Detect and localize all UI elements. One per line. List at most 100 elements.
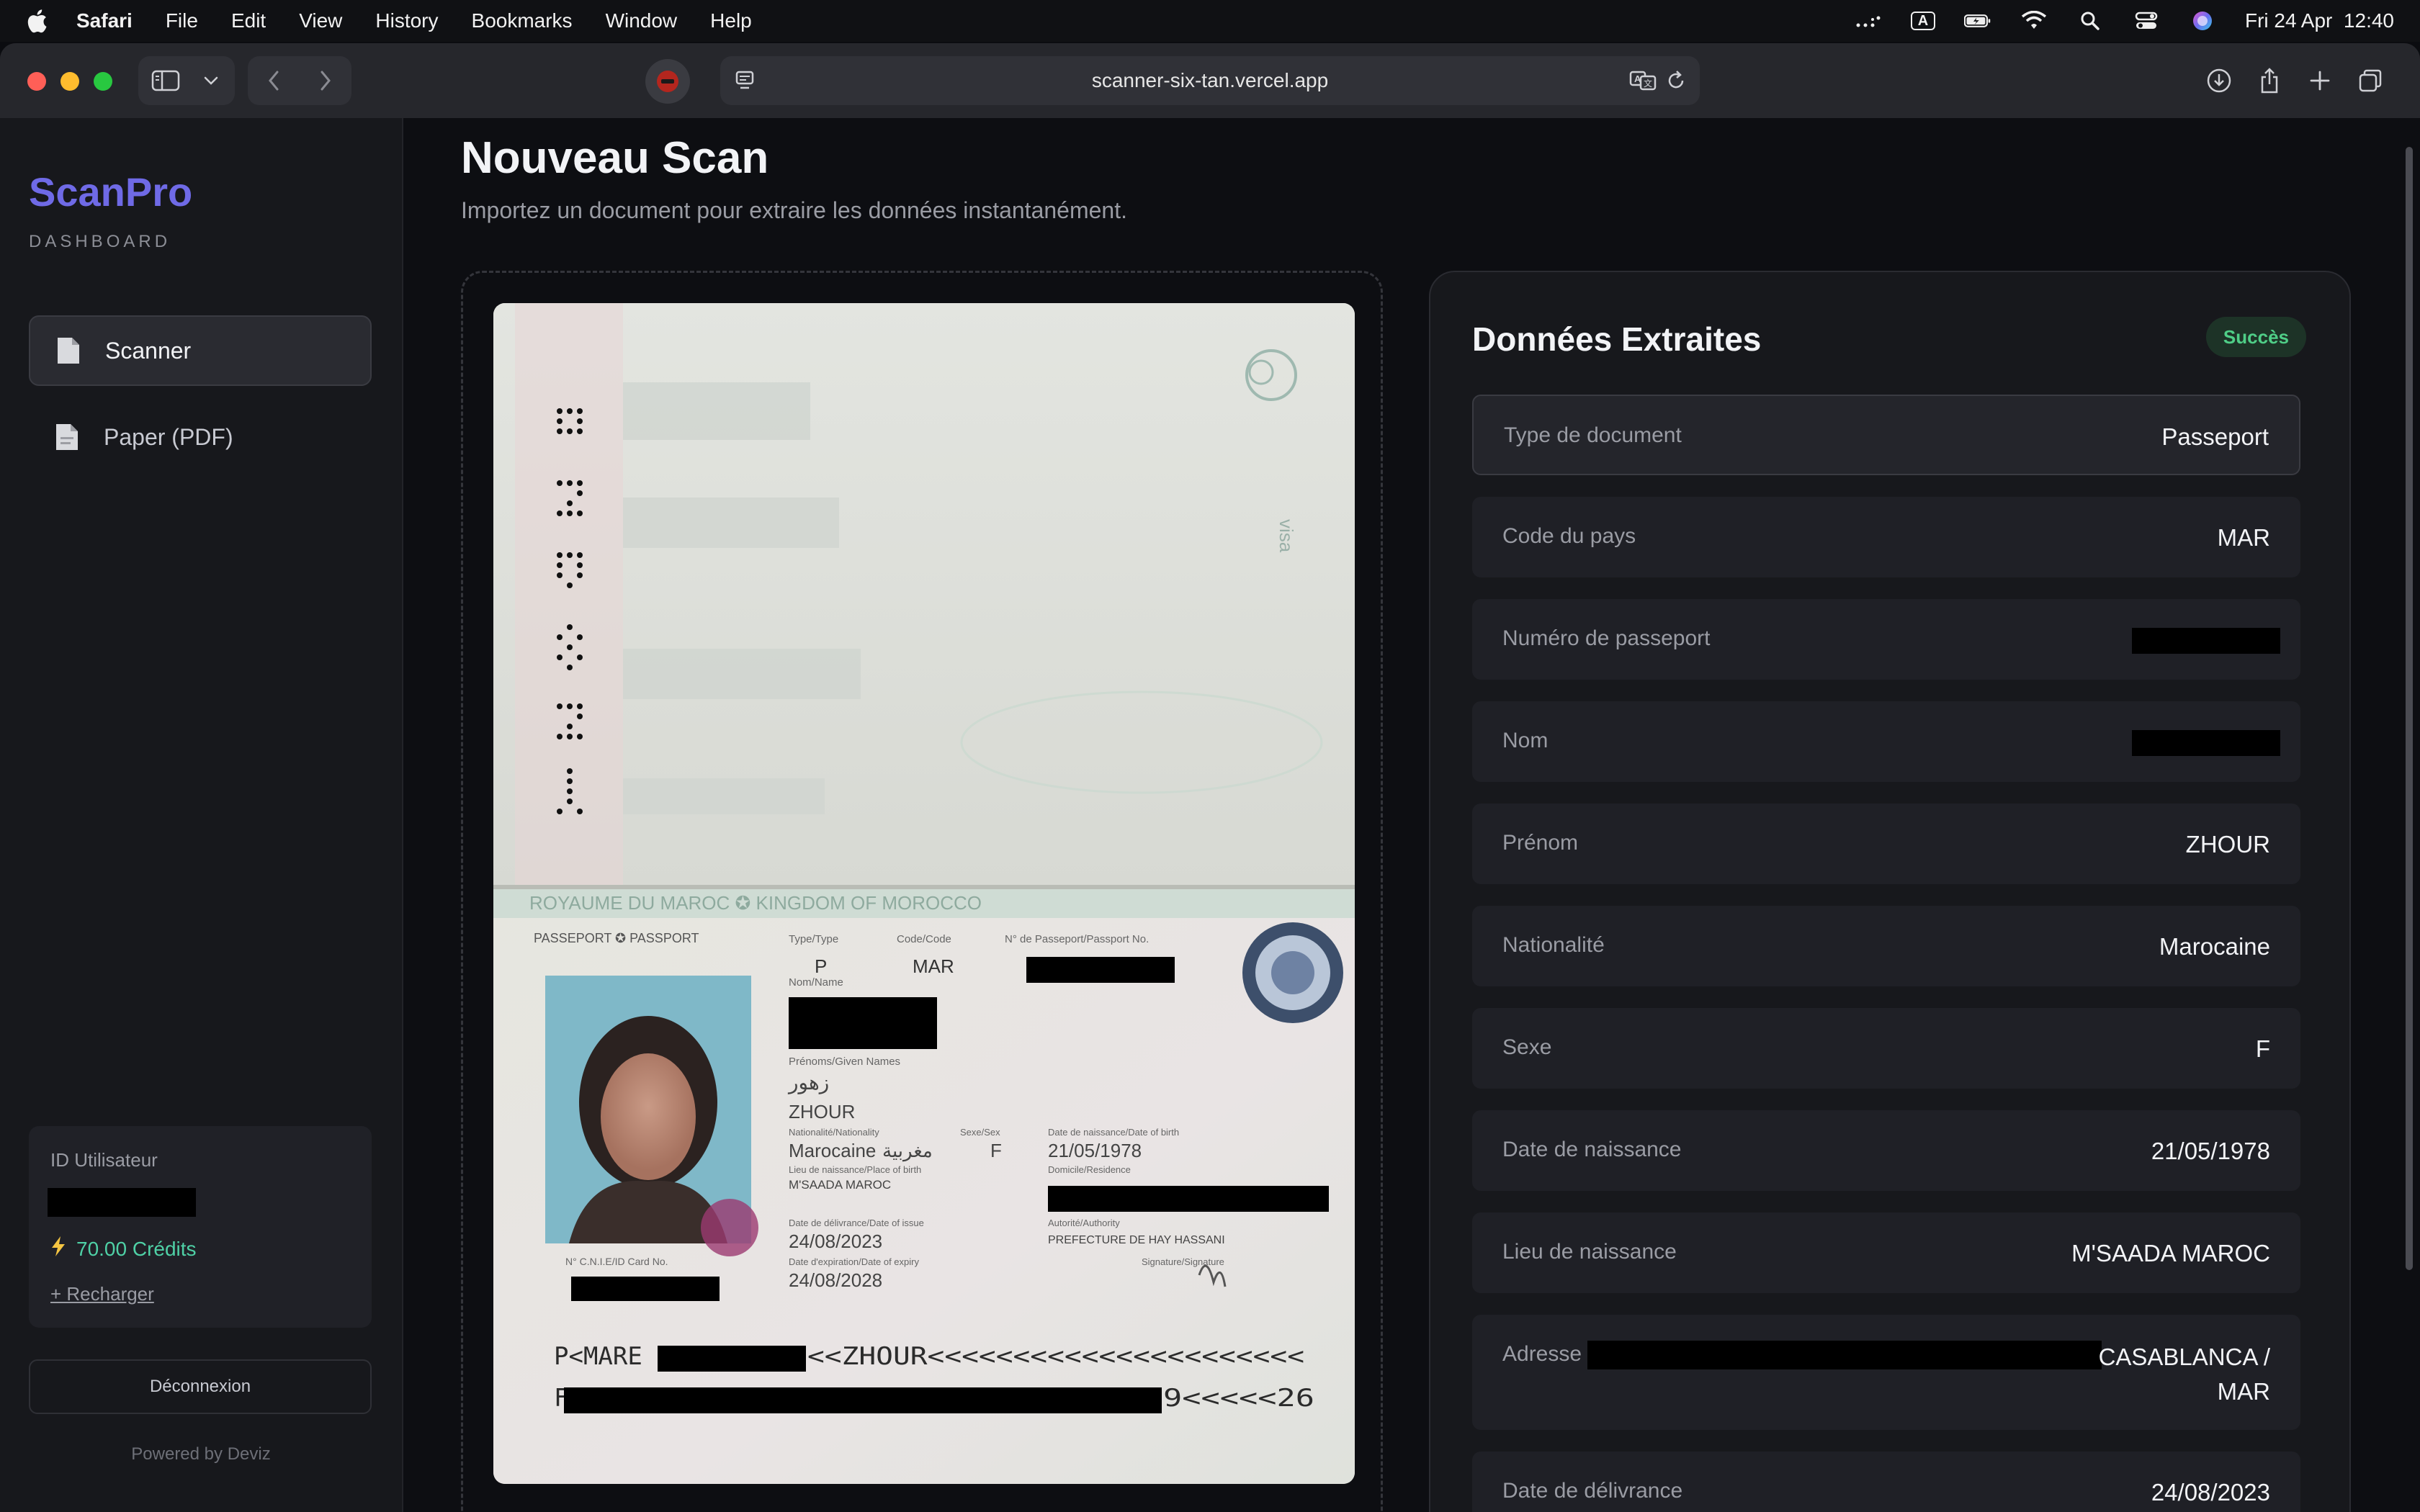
- menu-edit[interactable]: Edit: [231, 9, 266, 32]
- reload-icon[interactable]: [1665, 69, 1687, 97]
- field-value: 21/05/1978: [2151, 1138, 2270, 1164]
- input-source-icon[interactable]: A: [1910, 12, 1935, 30]
- clock[interactable]: Fri 24 Apr 12:40: [2245, 9, 2394, 32]
- mrz-line-1-start: P<MARE: [554, 1342, 642, 1371]
- page-title: Nouveau Scan: [461, 133, 769, 183]
- new-tab-icon[interactable]: [2295, 56, 2345, 105]
- history-nav-group: [248, 56, 351, 105]
- field-surname[interactable]: Nom: [1472, 701, 2300, 782]
- credits-balance: 70.00 Crédits: [50, 1236, 197, 1262]
- field-first-name[interactable]: Prénom ZHOUR: [1472, 804, 2300, 884]
- redacted-value: [2132, 730, 2280, 756]
- field-place-of-birth[interactable]: Lieu de naissance M'SAADA MAROC: [1472, 1212, 2300, 1293]
- chevron-down-icon[interactable]: [193, 56, 229, 105]
- field-label: Nationalité: [1502, 933, 1605, 957]
- sidebar-item-scanner[interactable]: Scanner: [29, 315, 372, 386]
- field-value: Passeport: [2161, 423, 2269, 450]
- redacted-user-id: [48, 1188, 196, 1217]
- app-sidebar: ScanPro DASHBOARD Scanner Paper (PDF) ID…: [0, 118, 403, 1512]
- field-label: Code du pays: [1502, 524, 1636, 548]
- close-window-button[interactable]: [27, 72, 46, 91]
- given-name-arabic: زهور: [787, 1071, 829, 1094]
- nationality-value: Marocaine: [789, 1140, 876, 1161]
- menu-view[interactable]: View: [299, 9, 342, 32]
- field-sex[interactable]: Sexe F: [1472, 1008, 2300, 1089]
- residence-label: Domicile/Residence: [1048, 1164, 1131, 1175]
- given-names-label: Prénoms/Given Names: [789, 1056, 900, 1068]
- brand-subtitle: DASHBOARD: [29, 232, 171, 251]
- battery-icon[interactable]: [1963, 10, 1991, 32]
- menu-history[interactable]: History: [375, 9, 438, 32]
- pob-label: Lieu de naissance/Place of birth: [789, 1164, 921, 1175]
- minimize-window-button[interactable]: [60, 72, 79, 91]
- field-value: Marocaine: [2159, 933, 2270, 960]
- page-scrollbar[interactable]: [2406, 147, 2413, 1270]
- downloads-icon[interactable]: [2194, 56, 2244, 105]
- tab-overview-icon[interactable]: [2345, 56, 2396, 105]
- field-value-line-2: MAR: [2217, 1378, 2270, 1405]
- issue-value: 24/08/2023: [789, 1230, 882, 1252]
- share-icon[interactable]: [2244, 56, 2295, 105]
- authority-label: Autorité/Authority: [1048, 1218, 1120, 1228]
- back-arrow-icon[interactable]: [248, 56, 300, 105]
- dob-label: Date de naissance/Date of birth: [1048, 1127, 1179, 1138]
- recharge-link[interactable]: + Recharger: [50, 1283, 154, 1305]
- toolbar-actions: [2194, 56, 2396, 105]
- wifi-icon[interactable]: [2020, 10, 2048, 32]
- translate-icon[interactable]: A文: [1629, 69, 1657, 97]
- safari-window: scanner-six-tan.vercel.app A文 ScanPro DA…: [0, 43, 2420, 1512]
- redacted-value: [2132, 628, 2280, 654]
- menu-help[interactable]: Help: [710, 9, 752, 32]
- field-address[interactable]: Adresse CASABLANCA / MAR: [1472, 1315, 2300, 1430]
- sidebar-item-paper-pdf[interactable]: Paper (PDF): [29, 402, 372, 472]
- field-nationality[interactable]: Nationalité Marocaine: [1472, 906, 2300, 986]
- field-value: MAR: [2217, 524, 2270, 551]
- address-bar[interactable]: scanner-six-tan.vercel.app A文: [720, 56, 1700, 105]
- menu-bar: Safari File Edit View History Bookmarks …: [0, 0, 2420, 42]
- url-text[interactable]: scanner-six-tan.vercel.app: [1092, 69, 1328, 92]
- type-value: P: [815, 955, 827, 977]
- field-date-of-birth[interactable]: Date de naissance 21/05/1978: [1472, 1110, 2300, 1191]
- mrz-line-2-end: 9<<<<<26: [1163, 1384, 1314, 1413]
- sidebar-toggle-icon[interactable]: [138, 56, 193, 105]
- menu-app-safari[interactable]: Safari: [76, 9, 133, 32]
- field-country-code[interactable]: Code du pays MAR: [1472, 497, 2300, 577]
- sidebar-item-label: Paper (PDF): [104, 423, 233, 450]
- surname-label: Nom/Name: [789, 976, 843, 989]
- pob-value: M'SAADA MAROC: [789, 1178, 891, 1192]
- signature-label: Signature/Signature: [1142, 1256, 1224, 1267]
- forward-arrow-icon[interactable]: [300, 56, 351, 105]
- field-value: M'SAADA MAROC: [2071, 1240, 2270, 1266]
- control-center-icon[interactable]: [2133, 10, 2160, 32]
- sidebar-toggle-group: [138, 56, 235, 105]
- field-issue-date[interactable]: Date de délivrance 24/08/2023: [1472, 1452, 2300, 1512]
- privacy-shield-icon[interactable]: [645, 59, 690, 104]
- page-subtitle: Importez un document pour extraire les d…: [461, 197, 1127, 223]
- menu-bookmarks[interactable]: Bookmarks: [472, 9, 573, 32]
- issue-label: Date de délivrance/Date of issue: [789, 1218, 924, 1228]
- pdf-document-icon: [55, 423, 79, 451]
- upload-dropzone[interactable]: visa ROYAUME DU MAROC ✪ KINGDOM OF MOROC…: [461, 271, 1383, 1512]
- field-passport-number[interactable]: Numéro de passeport: [1472, 599, 2300, 680]
- user-id-label: ID Utilisateur: [50, 1149, 158, 1171]
- redacted-value: [1587, 1341, 2102, 1369]
- mrz-line-1-end: <<ZHOUR<<<<<<<<<<<<<<<<<<<<<<: [807, 1342, 1304, 1371]
- browser-toolbar: scanner-six-tan.vercel.app A文: [0, 43, 2420, 120]
- sidebar-item-label: Scanner: [105, 337, 192, 364]
- dots-status-icon[interactable]: [1855, 10, 1882, 32]
- sex-value: F: [990, 1140, 1002, 1161]
- siri-icon[interactable]: [2189, 10, 2216, 32]
- brand-logo[interactable]: ScanPro: [29, 168, 192, 215]
- apple-icon[interactable]: [26, 8, 52, 34]
- menu-file[interactable]: File: [166, 9, 198, 32]
- status-badge: Succès: [2205, 317, 2306, 357]
- logout-button[interactable]: Déconnexion: [29, 1359, 372, 1414]
- field-label: Date de naissance: [1502, 1138, 1682, 1161]
- field-document-type[interactable]: Type de document Passeport: [1472, 395, 2300, 475]
- zoom-window-button[interactable]: [94, 72, 112, 91]
- menu-window[interactable]: Window: [606, 9, 678, 32]
- passport-header: ROYAUME DU MAROC ✪ KINGDOM OF MOROCCO: [529, 892, 982, 914]
- search-icon[interactable]: [2076, 10, 2104, 32]
- page-menu-icon[interactable]: [735, 69, 756, 97]
- code-label: Code/Code: [897, 933, 951, 945]
